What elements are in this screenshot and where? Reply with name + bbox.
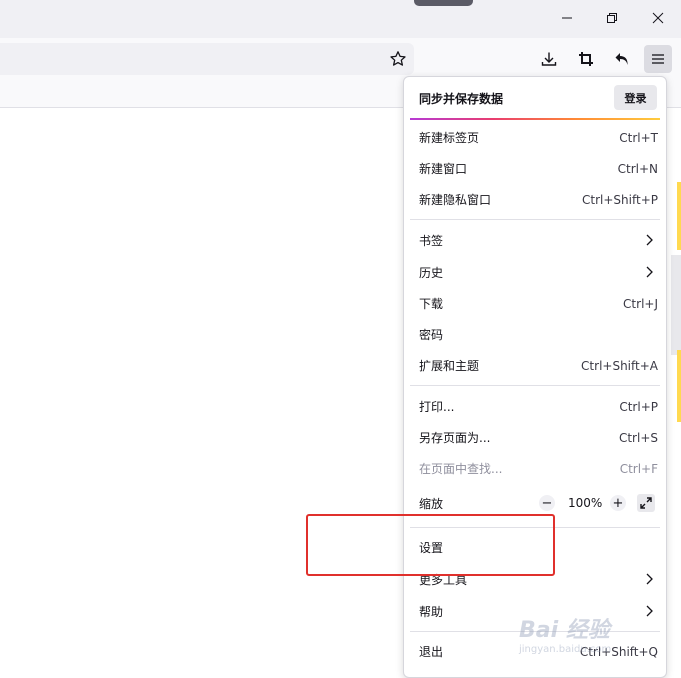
menu-item-downloads[interactable]: 下载 Ctrl+J: [404, 288, 666, 319]
watermark-main-text: Bai 经验: [519, 618, 610, 643]
zoom-value[interactable]: 100%: [568, 496, 602, 510]
downloads-button[interactable]: [535, 45, 563, 73]
menu-separator: [410, 385, 660, 386]
menu-item-shortcut: Ctrl+N: [617, 161, 658, 176]
menu-item-history[interactable]: 历史: [404, 257, 666, 288]
tab-handle[interactable]: [414, 0, 473, 6]
restore-button[interactable]: [590, 5, 634, 31]
watermark-sub-text: jingyan.baidu.com: [519, 644, 612, 655]
menu-item-label: 扩展和主题: [419, 359, 480, 373]
menu-item-print[interactable]: 打印... Ctrl+P: [404, 391, 666, 422]
baidu-watermark: Bai 经验 jingyan.baidu.com: [519, 600, 669, 660]
menu-item-label: 密码: [419, 328, 444, 342]
download-icon: [541, 52, 557, 66]
menu-item-label: 下载: [419, 297, 444, 311]
undo-icon: [615, 53, 628, 65]
scrollbar-track[interactable]: [671, 255, 681, 355]
login-button[interactable]: 登录: [614, 85, 657, 110]
undo-button[interactable]: [608, 45, 636, 73]
menu-item-find-in-page[interactable]: 在页面中查找... Ctrl+F: [404, 453, 666, 484]
menu-item-label: 新建窗口: [419, 162, 468, 176]
menu-item-new-tab[interactable]: 新建标签页 Ctrl+T: [404, 122, 666, 153]
menu-item-label: 帮助: [419, 605, 444, 619]
bookmark-star-button[interactable]: [388, 49, 408, 69]
menu-item-save-page-as[interactable]: 另存页面为... Ctrl+S: [404, 422, 666, 453]
menu-item-new-private-window[interactable]: 新建隐私窗口 Ctrl+Shift+P: [404, 184, 666, 215]
url-bar[interactable]: [0, 43, 414, 75]
menu-item-bookmarks[interactable]: 书签: [404, 225, 666, 256]
menu-item-label: 历史: [419, 266, 444, 280]
app-menu-button[interactable]: [644, 45, 672, 73]
app-menu-panel: 同步并保存数据 登录 新建标签页 Ctrl+T 新建窗口 Ctrl+N 新建隐私…: [403, 76, 667, 678]
menu-item-addons-themes[interactable]: 扩展和主题 Ctrl+Shift+A: [404, 350, 666, 381]
menu-item-shortcut: Ctrl+F: [619, 461, 658, 476]
zoom-in-button[interactable]: +: [610, 495, 626, 511]
close-icon: [652, 12, 664, 24]
menu-item-label: 新建标签页: [419, 131, 480, 145]
sync-title: 同步并保存数据: [419, 92, 504, 106]
sync-header: 同步并保存数据 登录: [404, 77, 666, 119]
menu-item-shortcut: Ctrl+P: [619, 399, 658, 414]
zoom-label: 缩放: [419, 497, 444, 511]
menu-item-label: 另存页面为...: [419, 431, 491, 445]
zoom-out-button[interactable]: −: [539, 495, 555, 511]
menu-item-label: 在页面中查找...: [419, 462, 503, 476]
chevron-right-icon: [646, 266, 653, 278]
minimize-button[interactable]: [545, 5, 589, 31]
fullscreen-icon: [640, 497, 652, 509]
menu-item-shortcut: Ctrl+J: [623, 296, 658, 311]
menu-item-shortcut: Ctrl+Shift+A: [581, 358, 658, 373]
menu-item-label: 退出: [419, 645, 444, 659]
menu-item-new-window[interactable]: 新建窗口 Ctrl+N: [404, 153, 666, 184]
menu-item-shortcut: Ctrl+T: [619, 130, 658, 145]
minimize-icon: [562, 17, 572, 19]
close-button[interactable]: [636, 5, 680, 31]
chevron-right-icon: [646, 573, 653, 585]
menu-item-shortcut: Ctrl+Shift+P: [582, 192, 658, 207]
page-accent-strip: [677, 350, 681, 422]
fullscreen-button[interactable]: [637, 494, 655, 512]
accent-separator: [410, 118, 660, 120]
star-icon: [390, 51, 406, 66]
chevron-right-icon: [646, 234, 653, 246]
menu-item-label: 书签: [419, 234, 444, 248]
page-accent-strip: [677, 182, 681, 250]
menu-item-label: 打印...: [419, 400, 455, 414]
highlight-annotation-box: [306, 514, 555, 576]
hamburger-menu-icon: [652, 54, 664, 64]
menu-item-shortcut: Ctrl+S: [618, 430, 658, 445]
restore-icon: [607, 13, 617, 23]
menu-item-passwords[interactable]: 密码: [404, 319, 666, 350]
menu-separator: [410, 219, 660, 220]
screenshot-icon: [579, 52, 593, 66]
menu-item-label: 新建隐私窗口: [419, 193, 492, 207]
screenshot-button[interactable]: [572, 45, 600, 73]
